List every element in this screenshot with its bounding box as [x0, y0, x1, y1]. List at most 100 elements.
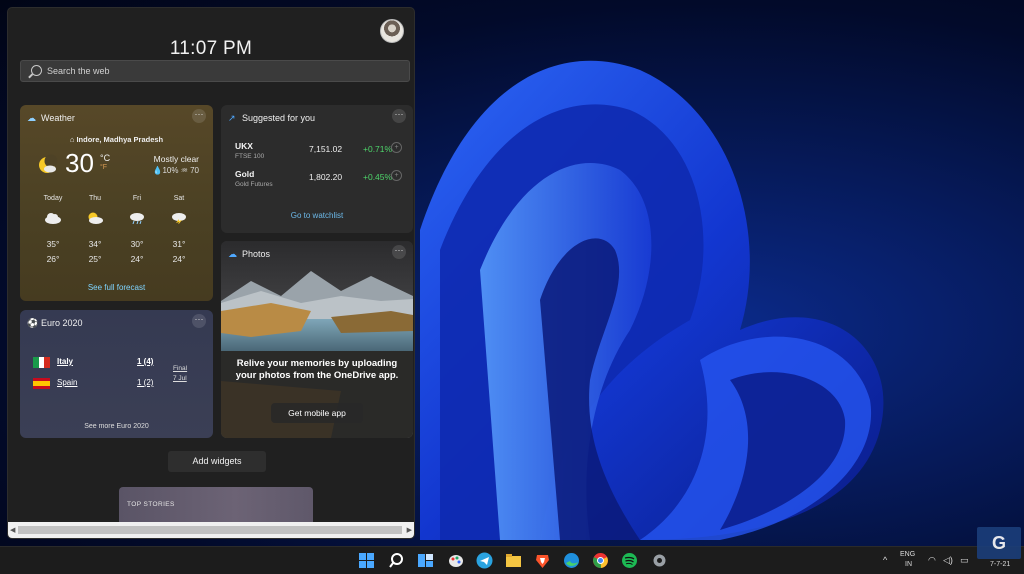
see-more-euro-link[interactable]: See more Euro 2020 [20, 423, 213, 430]
see-full-forecast-link[interactable]: See full forecast [20, 283, 213, 292]
avatar[interactable] [380, 19, 404, 43]
temperature: 30 [65, 148, 94, 178]
telegram-icon[interactable] [476, 552, 493, 569]
add-to-watchlist-icon[interactable]: + [391, 170, 402, 181]
team-score: 1 (2) [137, 378, 154, 387]
more-options-button[interactable]: ··· [192, 314, 206, 328]
forecast-day[interactable]: Thu 34° 25° [76, 195, 114, 277]
scroll-right-icon[interactable]: ▶ [407, 526, 412, 534]
paint-icon[interactable] [447, 552, 464, 569]
search-input[interactable]: Search the web [20, 60, 410, 82]
location-label: ⌂ Indore, Madhya Pradesh [20, 135, 213, 144]
unit-fahrenheit[interactable]: °F [100, 164, 107, 171]
forecast-day[interactable]: Fri 30° 24° [118, 195, 156, 277]
day-name: Today [43, 195, 63, 202]
language-code[interactable]: ENG [900, 551, 915, 558]
brave-icon[interactable] [534, 552, 551, 569]
battery-icon[interactable]: ▭ [960, 555, 969, 566]
precip-aqi: 💧10% ♒ 70 [152, 166, 199, 175]
photos-message: Relive your memories by uploading your p… [235, 358, 399, 381]
widgets-panel: 11:07 PM Search the web ☁ Weather ··· ⌂ … [8, 8, 414, 538]
more-options-button[interactable]: ··· [392, 109, 406, 123]
spain-flag-icon [33, 378, 50, 389]
more-options-button[interactable]: ··· [392, 245, 406, 259]
team-name[interactable]: Spain [57, 378, 77, 387]
day-high: 35° [46, 239, 60, 249]
horizontal-scrollbar[interactable]: ◀ ▶ [8, 522, 414, 538]
add-widgets-button[interactable]: Add widgets [168, 451, 266, 472]
weather-icon: ☁ [27, 113, 36, 123]
stock-index: FTSE 100 [235, 153, 265, 160]
region-code[interactable]: IN [905, 561, 912, 568]
unit-celsius[interactable]: °C [100, 153, 110, 163]
day-high: 31° [172, 239, 186, 249]
go-to-watchlist-link[interactable]: Go to watchlist [221, 211, 413, 220]
stock-index: Gold Futures [235, 181, 273, 188]
day-name: Sat [173, 195, 185, 202]
day-high: 34° [88, 239, 102, 249]
precip-value: 10% [162, 166, 179, 175]
file-explorer-icon[interactable] [505, 552, 522, 569]
start-icon[interactable] [358, 552, 375, 569]
thunderstorm-icon [172, 213, 186, 224]
more-options-button[interactable]: ··· [192, 109, 206, 123]
forecast-day[interactable]: Sat 31° 24° [160, 195, 198, 277]
show-hidden-icons-icon[interactable]: ^ [883, 555, 887, 565]
weather-title: Weather [41, 113, 75, 123]
watermark-logo: G [977, 527, 1021, 559]
edge-icon[interactable] [563, 552, 580, 569]
stock-change: +0.71% [363, 144, 393, 154]
search-icon[interactable] [388, 552, 405, 569]
day-low: 25° [88, 254, 102, 264]
onedrive-icon: ☁ [228, 249, 237, 259]
aqi-icon: ♒ [180, 166, 191, 175]
euro-title: Euro 2020 [41, 318, 83, 328]
get-mobile-app-button[interactable]: Get mobile app [271, 403, 363, 423]
settings-gear-icon[interactable] [651, 552, 668, 569]
match-status[interactable]: Final 7 Jul [173, 364, 187, 384]
day-high: 30° [130, 239, 144, 249]
taskbar: ^ ENG IN ◠ ◁) ▭ 7-7-21 [0, 546, 1024, 574]
forecast-day[interactable]: Today 35° 26° [34, 195, 72, 277]
italy-flag-icon [33, 357, 50, 368]
raindrop-icon: 💧 [152, 166, 163, 175]
team-name[interactable]: Italy [57, 357, 73, 366]
stock-row[interactable]: Gold Gold Futures 1,802.20 +0.45% + [235, 169, 405, 195]
aqi-value: 70 [190, 166, 199, 175]
suggested-widget[interactable]: ↗ Suggested for you ··· UKX FTSE 100 7,1… [221, 105, 413, 233]
day-low: 26° [46, 254, 60, 264]
weather-widget[interactable]: ☁ Weather ··· ⌂ Indore, Madhya Pradesh 3… [20, 105, 213, 301]
add-to-watchlist-icon[interactable]: + [391, 142, 402, 153]
partly-cloudy-icon [88, 212, 103, 224]
widgets-icon[interactable] [417, 552, 434, 569]
stock-row[interactable]: UKX FTSE 100 7,151.02 +0.71% + [235, 141, 405, 167]
euro-widget[interactable]: ⚽ Euro 2020 ··· Italy 1 (4) Spain 1 (2) … [20, 310, 213, 438]
tray-date[interactable]: 7-7-21 [990, 561, 1010, 568]
scrollbar-thumb[interactable] [18, 526, 402, 534]
final-date: 7 Jul [173, 375, 187, 382]
condition-text: Mostly clear [153, 154, 199, 164]
stocks-icon: ↗ [228, 113, 236, 123]
scroll-left-icon[interactable]: ◀ [10, 526, 15, 534]
moon-icon [39, 154, 58, 173]
stock-symbol: Gold [235, 169, 255, 179]
spotify-icon[interactable] [621, 552, 638, 569]
stock-symbol: UKX [235, 141, 253, 151]
clock-time: 11:07 PM [169, 38, 253, 59]
day-low: 24° [130, 254, 144, 264]
stock-value: 1,802.20 [309, 172, 343, 182]
volume-icon[interactable]: ◁) [943, 555, 953, 566]
photos-title: Photos [242, 249, 271, 259]
chrome-icon[interactable] [592, 552, 609, 569]
top-stories-card[interactable]: TOP STORIES [119, 487, 313, 527]
day-name: Thu [88, 195, 102, 202]
rain-icon [130, 213, 144, 224]
team-score: 1 (4) [137, 357, 154, 366]
day-low: 24° [172, 254, 186, 264]
cloud-icon [45, 213, 61, 224]
stock-value: 7,151.02 [309, 144, 343, 154]
search-icon [31, 65, 42, 76]
wifi-icon[interactable]: ◠ [928, 555, 936, 566]
top-stories-label: TOP STORIES [127, 501, 175, 508]
photos-widget[interactable]: ☁ Photos ··· Relive your memories by upl… [221, 241, 413, 438]
